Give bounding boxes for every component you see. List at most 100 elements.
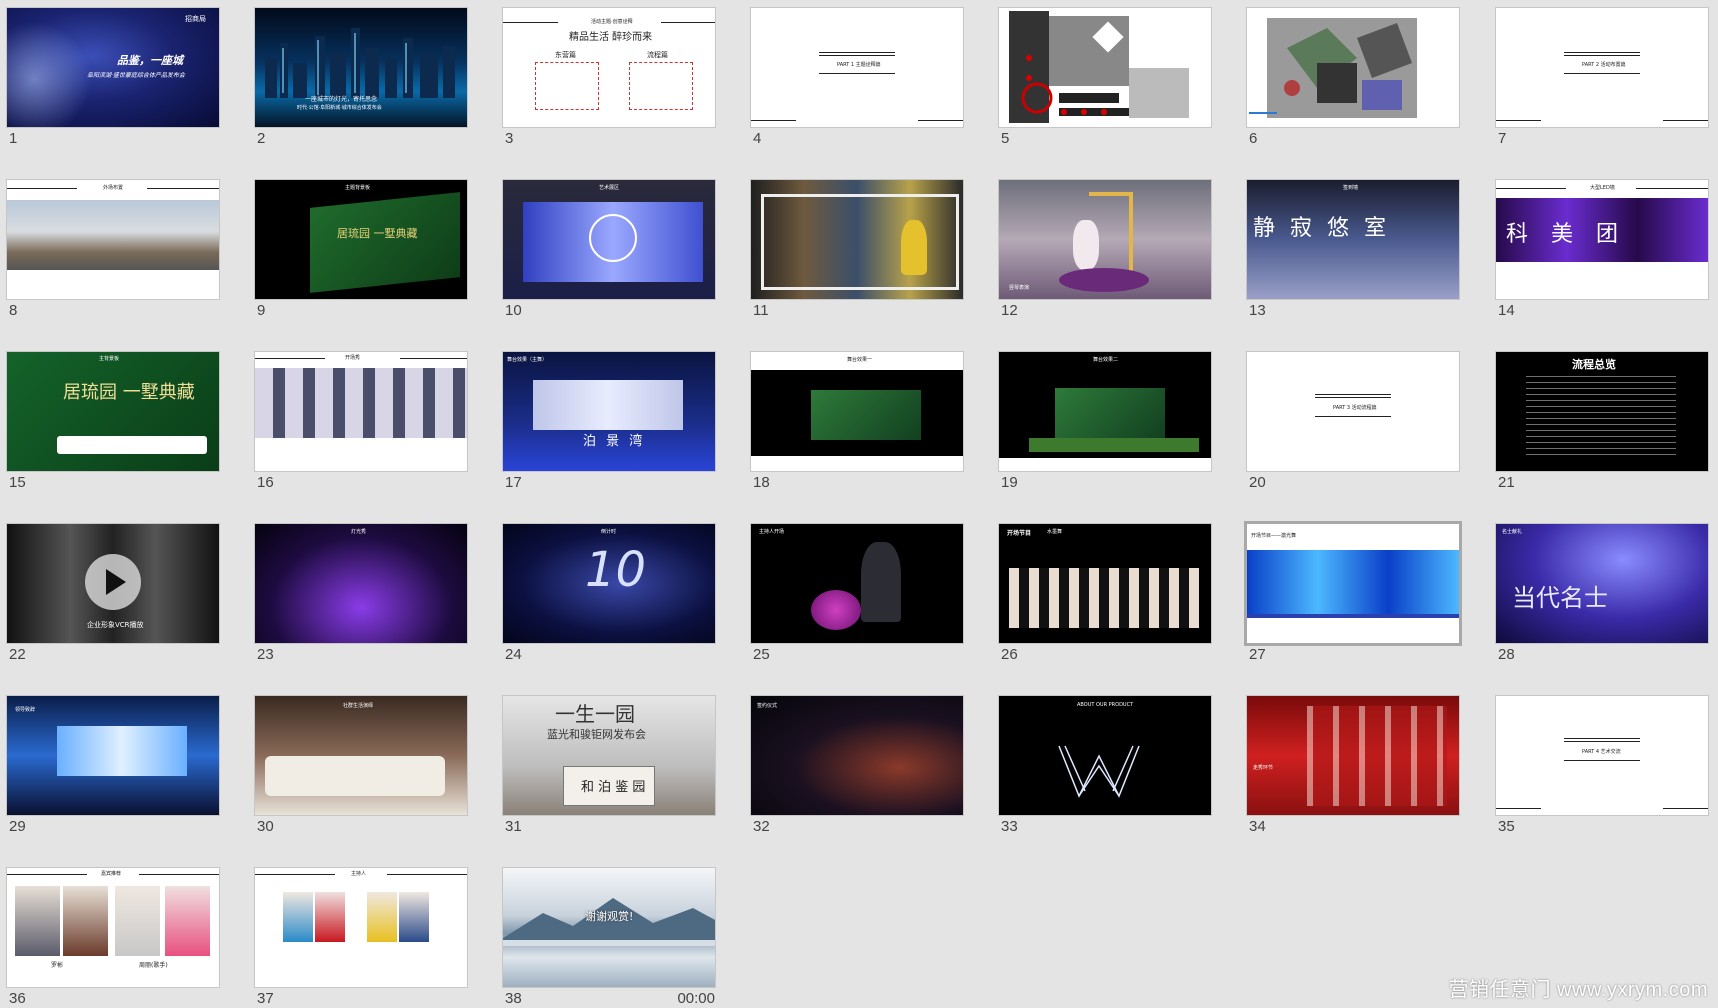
slide-1[interactable]: 招商局 品鉴，一座城 阜阳滨湖·盛世豪庭综合体产品发布会 1 — [7, 8, 219, 147]
slide-thumbnail[interactable]: 舞台效果（主舞） 泊 景 湾 — [503, 352, 715, 471]
slide-15[interactable]: 主背景板 居琉园 一墅典藏 15 — [7, 352, 219, 491]
slide-number: 29 — [9, 818, 26, 835]
slide-6[interactable]: 6 — [1247, 8, 1459, 147]
slide-thumbnail[interactable]: 一座城市的灯光，寄托思念 时代·公馆·阜阳新城·城市综合体发布会 — [255, 8, 467, 127]
slide-number: 19 — [1001, 474, 1018, 491]
slide-27[interactable]: 开场节目——激光舞 27 — [1247, 524, 1459, 663]
slide-4[interactable]: PART 1 主题诠释篇 4 — [751, 8, 963, 147]
slide-thumbnail[interactable]: 艺术展区 — [503, 180, 715, 299]
slide-thumbnail[interactable]: 开场秀 — [255, 352, 467, 471]
slide-7[interactable]: PART 2 活动布置篇 7 — [1496, 8, 1708, 147]
slide-3[interactable]: 活动主题·创意诠释 精品生活 醉珍而来 东营篇 流程篇 3 — [503, 8, 715, 147]
slide-34[interactable]: 走秀环节 34 — [1247, 696, 1459, 835]
slide-14[interactable]: 大型LED墙 科 美 团 14 — [1496, 180, 1708, 319]
slide-14-heading: 大型LED墙 — [1590, 185, 1615, 191]
slide-thumbnail[interactable]: 主背景板 居琉园 一墅典藏 — [7, 352, 219, 471]
slide-3-right-label: 流程篇 — [647, 51, 668, 59]
slide-thumbnail[interactable]: 主持人 — [255, 868, 467, 987]
slide-thumbnail[interactable]: 嘉宾推荐 罗彬 周丽(歌手) — [7, 868, 219, 987]
slide-32[interactable]: 签约仪式 32 — [751, 696, 963, 835]
slide-number: 20 — [1249, 474, 1266, 491]
models-photo — [1307, 706, 1447, 806]
slide-thumbnail[interactable]: 签到墙 静 寂 悠 室 — [1247, 180, 1459, 299]
slide-thumbnail[interactable]: 流程总览 — [1496, 352, 1708, 471]
slide-thumbnail[interactable]: 主题背景板 居琉园 一墅典藏 — [255, 180, 467, 299]
slide-13[interactable]: 签到墙 静 寂 悠 室 13 — [1247, 180, 1459, 319]
slide-21[interactable]: 流程总览 21 — [1496, 352, 1708, 491]
slide-thumbnail[interactable]: 名士献礼 当代名士 — [1496, 524, 1708, 643]
slide-number: 7 — [1498, 130, 1507, 147]
slide-thumbnail[interactable]: 倒计时 10 — [503, 524, 715, 643]
slide-4-title: PART 1 主题诠释篇 — [837, 62, 881, 68]
slide-10[interactable]: 艺术展区 10 — [503, 180, 715, 319]
slide-24[interactable]: 倒计时 10 24 — [503, 524, 715, 663]
slide-30[interactable]: 社群生活演绎 30 — [255, 696, 467, 835]
slide-22[interactable]: 企业形象VCR播放 22 — [7, 524, 219, 663]
slide-23[interactable]: 灯光秀 23 — [255, 524, 467, 663]
slide-38[interactable]: 谢谢观赏! 38 00:00 — [503, 868, 715, 1007]
slide-thumbnail[interactable]: 灯光秀 — [255, 524, 467, 643]
slide-31[interactable]: 一生一园 蓝光和骏钜网发布会 和 泊 鉴 园 31 — [503, 696, 715, 835]
slide-thumbnail[interactable]: 活动主题·创意诠释 精品生活 醉珍而来 东营篇 流程篇 — [503, 8, 715, 127]
dancers-photo — [1009, 568, 1199, 628]
slide-18[interactable]: 舞台效果一 18 — [751, 352, 963, 491]
slide-23-heading: 灯光秀 — [351, 529, 367, 535]
slide-36[interactable]: 嘉宾推荐 罗彬 周丽(歌手) 36 — [7, 868, 219, 1007]
slide-thumbnail[interactable]: PART 4 艺术交流 — [1496, 696, 1708, 815]
light-installation-image — [1058, 745, 1140, 798]
slide-12[interactable]: 竖琴表演 12 — [999, 180, 1211, 319]
slide-thumbnail[interactable]: 社群生活演绎 — [255, 696, 467, 815]
slide-16[interactable]: 开场秀 16 — [255, 352, 467, 491]
slide-thumbnail[interactable]: ABOUT OUR PRODUCT — [999, 696, 1211, 815]
slide-19[interactable]: 舞台效果二 19 — [999, 352, 1211, 491]
slide-thumbnail[interactable]: PART 3 活动流程篇 — [1247, 352, 1459, 471]
slide-duration: 00:00 — [677, 990, 715, 1007]
slide-thumbnail[interactable]: 外场布置 — [7, 180, 219, 299]
slide-thumbnail[interactable]: 主持人开场 — [751, 524, 963, 643]
slide-33[interactable]: ABOUT OUR PRODUCT 33 — [999, 696, 1211, 835]
slide-thumbnail[interactable] — [751, 180, 963, 299]
slide-8[interactable]: 外场布置 8 — [7, 180, 219, 319]
slide-thumbnail[interactable]: 开场节目 水墨舞 — [999, 524, 1211, 643]
slide-thumbnail[interactable]: 舞台效果一 — [751, 352, 963, 471]
slide-thumbnail[interactable]: PART 1 主题诠释篇 — [751, 8, 963, 127]
slide-3-left-label: 东营篇 — [555, 51, 576, 59]
slide-thumbnail[interactable]: 舞台效果二 — [999, 352, 1211, 471]
slide-5[interactable]: 5 — [999, 8, 1211, 147]
slide-thumbnail[interactable]: 谢谢观赏! — [503, 868, 715, 987]
slide-thumbnail[interactable]: 大型LED墙 科 美 团 — [1496, 180, 1708, 299]
slide-36-heading: 嘉宾推荐 — [101, 871, 122, 877]
slide-28[interactable]: 名士献礼 当代名士 28 — [1496, 524, 1708, 663]
slide-thumbnail[interactable] — [1247, 8, 1459, 127]
led-screen-photo — [57, 726, 187, 776]
slide-2[interactable]: 一座城市的灯光，寄托思念 时代·公馆·阜阳新城·城市综合体发布会 2 — [255, 8, 467, 147]
slide-number: 12 — [1001, 302, 1018, 319]
slide-thumbnail[interactable] — [999, 8, 1211, 127]
slide-35[interactable]: PART 4 艺术交流 35 — [1496, 696, 1708, 835]
slide-thumbnail[interactable]: 领导致辞 — [7, 696, 219, 815]
stage-screen-render — [533, 380, 683, 430]
slide-37[interactable]: 主持人 37 — [255, 868, 467, 1007]
slide-9[interactable]: 主题背景板 居琉园 一墅典藏 9 — [255, 180, 467, 319]
slide-number: 34 — [1249, 818, 1266, 835]
slide-number: 3 — [505, 130, 514, 147]
slide-thumbnail[interactable]: PART 2 活动布置篇 — [1496, 8, 1708, 127]
slide-thumbnail[interactable]: 一生一园 蓝光和骏钜网发布会 和 泊 鉴 园 — [503, 696, 715, 815]
slide-17[interactable]: 舞台效果（主舞） 泊 景 湾 17 — [503, 352, 715, 491]
slide-thumbnail[interactable]: 签约仪式 — [751, 696, 963, 815]
slide-26[interactable]: 开场节目 水墨舞 26 — [999, 524, 1211, 663]
slide-20[interactable]: PART 3 活动流程篇 20 — [1247, 352, 1459, 491]
slide-number: 1 — [9, 130, 18, 147]
slide-thumbnail[interactable]: 招商局 品鉴，一座城 阜阳滨湖·盛世豪庭综合体产品发布会 — [7, 8, 219, 127]
slide-thumbnail[interactable]: 竖琴表演 — [999, 180, 1211, 299]
slide-14-title: 科 美 团 — [1506, 222, 1626, 247]
slide-number: 25 — [753, 646, 770, 663]
slide-thumbnail[interactable]: 企业形象VCR播放 — [7, 524, 219, 643]
slide-thumbnail[interactable]: 走秀环节 — [1247, 696, 1459, 815]
slide-25[interactable]: 主持人开场 25 — [751, 524, 963, 663]
slide-29[interactable]: 领导致辞 29 — [7, 696, 219, 835]
slide-37-heading: 主持人 — [351, 871, 367, 877]
slide-11[interactable]: 11 — [751, 180, 963, 319]
play-icon[interactable] — [85, 554, 141, 610]
slide-thumbnail[interactable]: 开场节目——激光舞 — [1247, 524, 1459, 643]
